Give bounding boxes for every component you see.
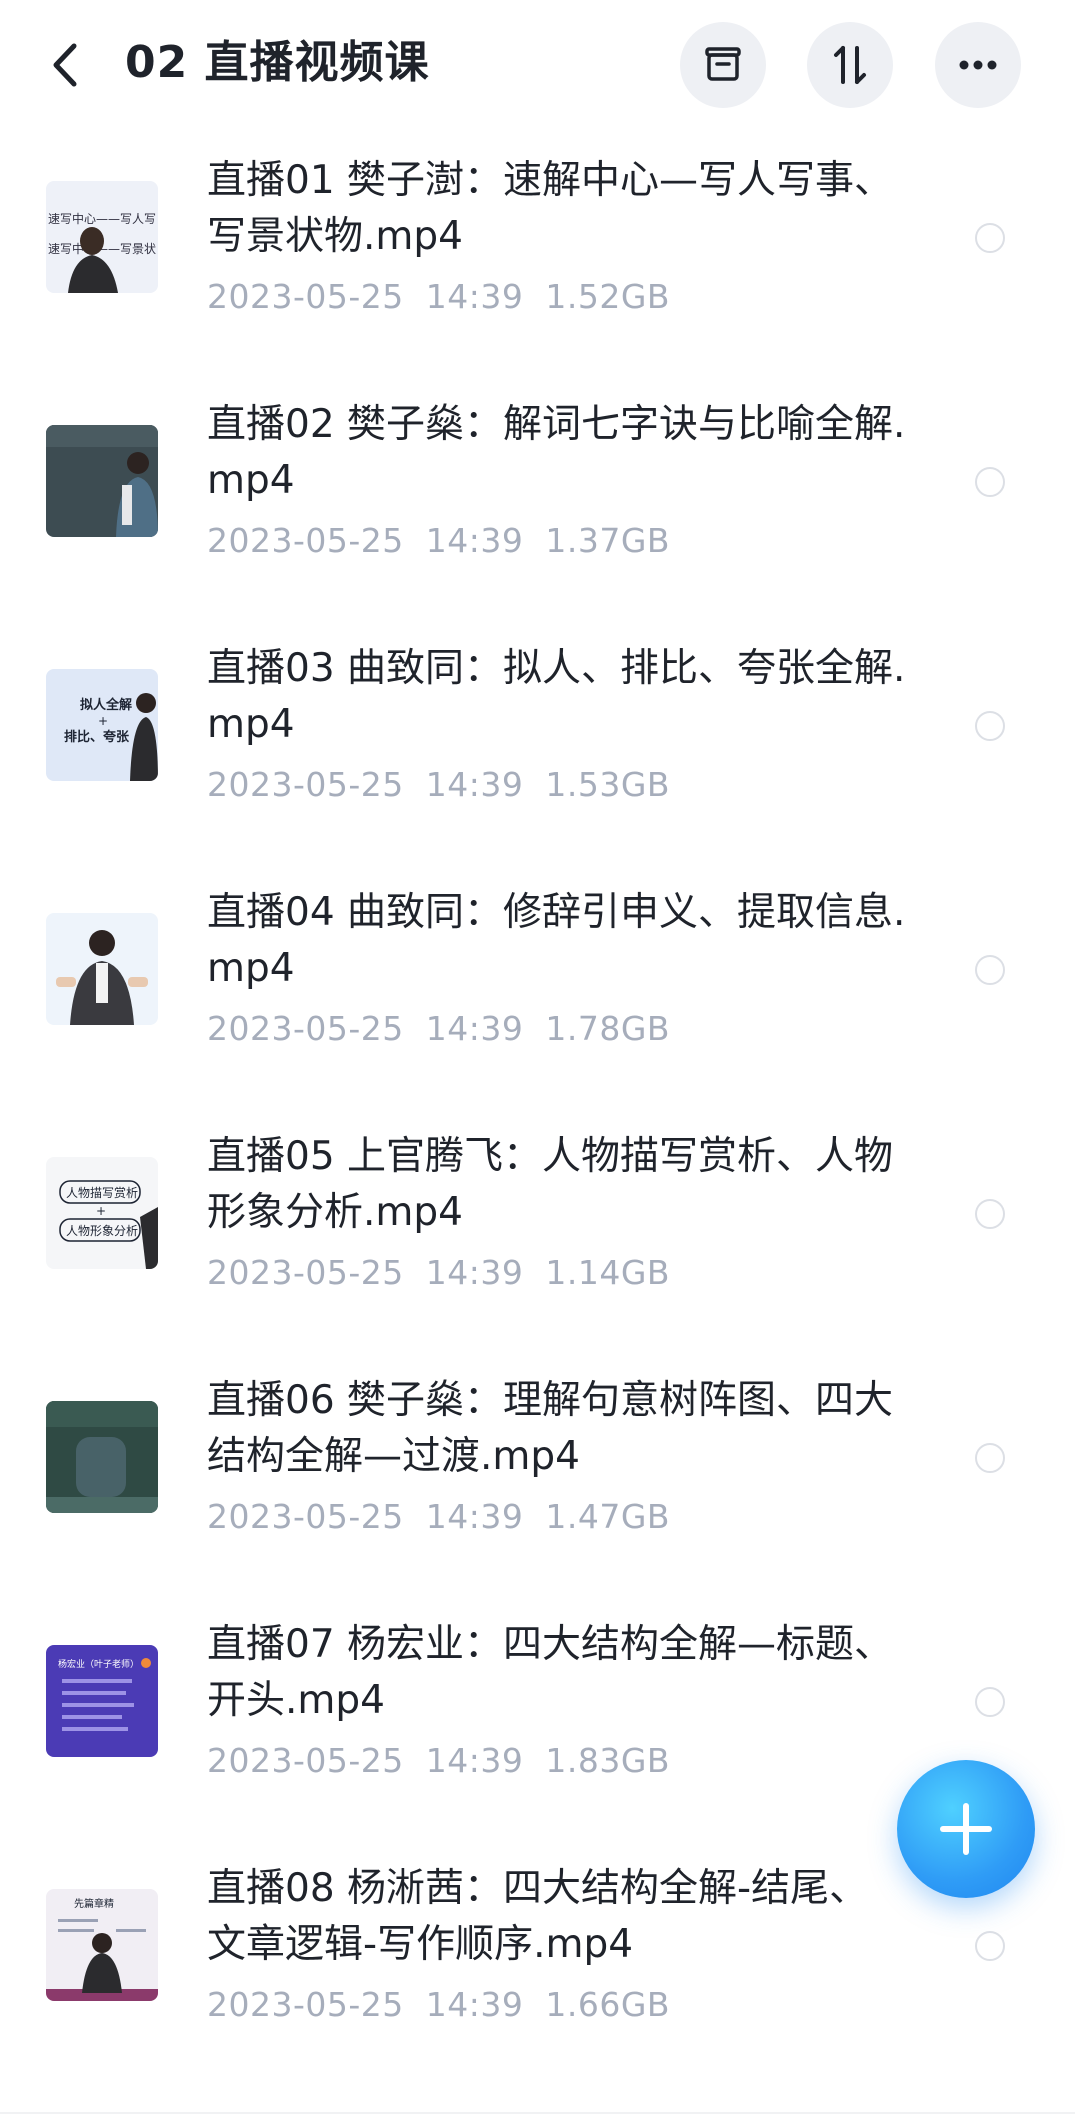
video-thumbnail bbox=[46, 913, 158, 1025]
video-thumbnail bbox=[46, 425, 158, 537]
file-size: 1.78GB bbox=[545, 1009, 671, 1048]
file-time: 14:39 bbox=[425, 1497, 524, 1536]
file-name: 直播04 曲致同：修辞引申义、提取信息.mp4 bbox=[207, 890, 906, 991]
list-item[interactable]: 人物描写赏析 + 人物形象分析 直播05 上官腾飞：人物描写赏析、人物形象分析.… bbox=[0, 1101, 1075, 1345]
archive-button[interactable] bbox=[680, 22, 766, 108]
thumbnail-caption: + bbox=[98, 714, 108, 728]
select-radio[interactable] bbox=[975, 1443, 1005, 1473]
file-meta: 2023-05-25 14:39 1.52GB bbox=[207, 275, 670, 319]
thumbnail-caption: + bbox=[96, 1204, 106, 1218]
file-size: 1.52GB bbox=[545, 277, 671, 316]
thumbnail-caption: 人物描写赏析 bbox=[66, 1186, 138, 1200]
video-thumbnail: 人物描写赏析 + 人物形象分析 bbox=[46, 1157, 158, 1269]
file-size: 1.37GB bbox=[545, 521, 671, 560]
file-meta: 2023-05-25 14:39 1.47GB bbox=[207, 1495, 670, 1539]
file-name: 直播03 曲致同：拟人、排比、夸张全解.mp4 bbox=[207, 646, 906, 747]
file-name: 直播02 樊子燊：解词七字诀与比喻全解.mp4 bbox=[207, 402, 906, 503]
divider bbox=[0, 2112, 1075, 2114]
video-thumbnail: 杨宏业（叶子老师） bbox=[46, 1645, 158, 1757]
file-time: 14:39 bbox=[425, 277, 524, 316]
select-radio[interactable] bbox=[975, 223, 1005, 253]
thumbnail-caption: 人物形象分析 bbox=[66, 1224, 138, 1238]
file-time: 14:39 bbox=[425, 1253, 524, 1292]
top-bar: 02 直播视频课 bbox=[0, 0, 1075, 130]
video-thumbnail: 先篇章精 bbox=[46, 1889, 158, 2001]
list-item[interactable]: 速写中心——写人写 速写中心——写景状 直播01 樊子澍：速解中心—写人写事、写… bbox=[0, 125, 1075, 369]
list-item[interactable]: 直播02 樊子燊：解词七字诀与比喻全解.mp4 2023-05-25 14:39… bbox=[0, 369, 1075, 613]
page-title: 02 直播视频课 bbox=[125, 37, 430, 88]
file-size: 1.83GB bbox=[545, 1741, 671, 1780]
file-name: 直播01 樊子澍：速解中心—写人写事、写景状物.mp4 bbox=[207, 158, 894, 259]
file-date: 2023-05-25 bbox=[207, 1985, 404, 2024]
archive-box-icon bbox=[705, 47, 741, 81]
video-thumbnail bbox=[46, 1401, 158, 1513]
thumbnail-caption: 速写中心——写人写 bbox=[48, 211, 156, 226]
file-date: 2023-05-25 bbox=[207, 521, 404, 560]
file-time: 14:39 bbox=[425, 1009, 524, 1048]
file-meta: 2023-05-25 14:39 1.66GB bbox=[207, 1983, 670, 2027]
plus-icon bbox=[940, 1803, 992, 1855]
thumbnail-caption: 杨宏业（叶子老师） bbox=[58, 1658, 139, 1670]
file-name: 直播05 上官腾飞：人物描写赏析、人物形象分析.mp4 bbox=[207, 1134, 894, 1235]
back-button[interactable] bbox=[44, 38, 92, 92]
file-size: 1.14GB bbox=[545, 1253, 671, 1292]
add-button[interactable] bbox=[897, 1760, 1035, 1898]
select-radio[interactable] bbox=[975, 1687, 1005, 1717]
list-item[interactable]: 拟人全解 + 排比、夸张 直播03 曲致同：拟人、排比、夸张全解.mp4 202… bbox=[0, 613, 1075, 857]
file-size: 1.47GB bbox=[545, 1497, 671, 1536]
file-size: 1.66GB bbox=[545, 1985, 671, 2024]
select-radio[interactable] bbox=[975, 467, 1005, 497]
sort-icon bbox=[834, 46, 866, 84]
sort-button[interactable] bbox=[807, 22, 893, 108]
file-meta: 2023-05-25 14:39 1.37GB bbox=[207, 519, 670, 563]
file-date: 2023-05-25 bbox=[207, 1497, 404, 1536]
file-date: 2023-05-25 bbox=[207, 765, 404, 804]
file-name: 直播07 杨宏业：四大结构全解—标题、开头.mp4 bbox=[207, 1622, 894, 1723]
more-button[interactable] bbox=[935, 22, 1021, 108]
file-name: 直播06 樊子燊：理解句意树阵图、四大结构全解—过渡.mp4 bbox=[207, 1378, 894, 1479]
thumbnail-caption: 拟人全解 bbox=[80, 697, 132, 713]
file-date: 2023-05-25 bbox=[207, 1741, 404, 1780]
list-item[interactable]: 直播06 樊子燊：理解句意树阵图、四大结构全解—过渡.mp4 2023-05-2… bbox=[0, 1345, 1075, 1589]
file-date: 2023-05-25 bbox=[207, 1009, 404, 1048]
file-time: 14:39 bbox=[425, 1741, 524, 1780]
select-radio[interactable] bbox=[975, 1931, 1005, 1961]
file-time: 14:39 bbox=[425, 521, 524, 560]
chevron-left-icon bbox=[53, 43, 77, 87]
file-name: 直播08 杨淅茜：四大结构全解-结尾、文章逻辑-写作顺序.mp4 bbox=[207, 1866, 869, 1967]
file-meta: 2023-05-25 14:39 1.53GB bbox=[207, 763, 670, 807]
file-date: 2023-05-25 bbox=[207, 277, 404, 316]
file-time: 14:39 bbox=[425, 1985, 524, 2024]
select-radio[interactable] bbox=[975, 955, 1005, 985]
file-meta: 2023-05-25 14:39 1.14GB bbox=[207, 1251, 670, 1295]
video-thumbnail: 速写中心——写人写 速写中心——写景状 bbox=[46, 181, 158, 293]
more-dots-icon bbox=[959, 60, 997, 70]
thumbnail-caption: 排比、夸张 bbox=[64, 729, 130, 745]
video-thumbnail: 拟人全解 + 排比、夸张 bbox=[46, 669, 158, 781]
file-size: 1.53GB bbox=[545, 765, 671, 804]
file-time: 14:39 bbox=[425, 765, 524, 804]
file-meta: 2023-05-25 14:39 1.78GB bbox=[207, 1007, 670, 1051]
thumbnail-caption: 先篇章精 bbox=[74, 1897, 114, 1910]
file-meta: 2023-05-25 14:39 1.83GB bbox=[207, 1739, 670, 1783]
select-radio[interactable] bbox=[975, 1199, 1005, 1229]
file-date: 2023-05-25 bbox=[207, 1253, 404, 1292]
list-item[interactable]: 直播04 曲致同：修辞引申义、提取信息.mp4 2023-05-25 14:39… bbox=[0, 857, 1075, 1101]
select-radio[interactable] bbox=[975, 711, 1005, 741]
